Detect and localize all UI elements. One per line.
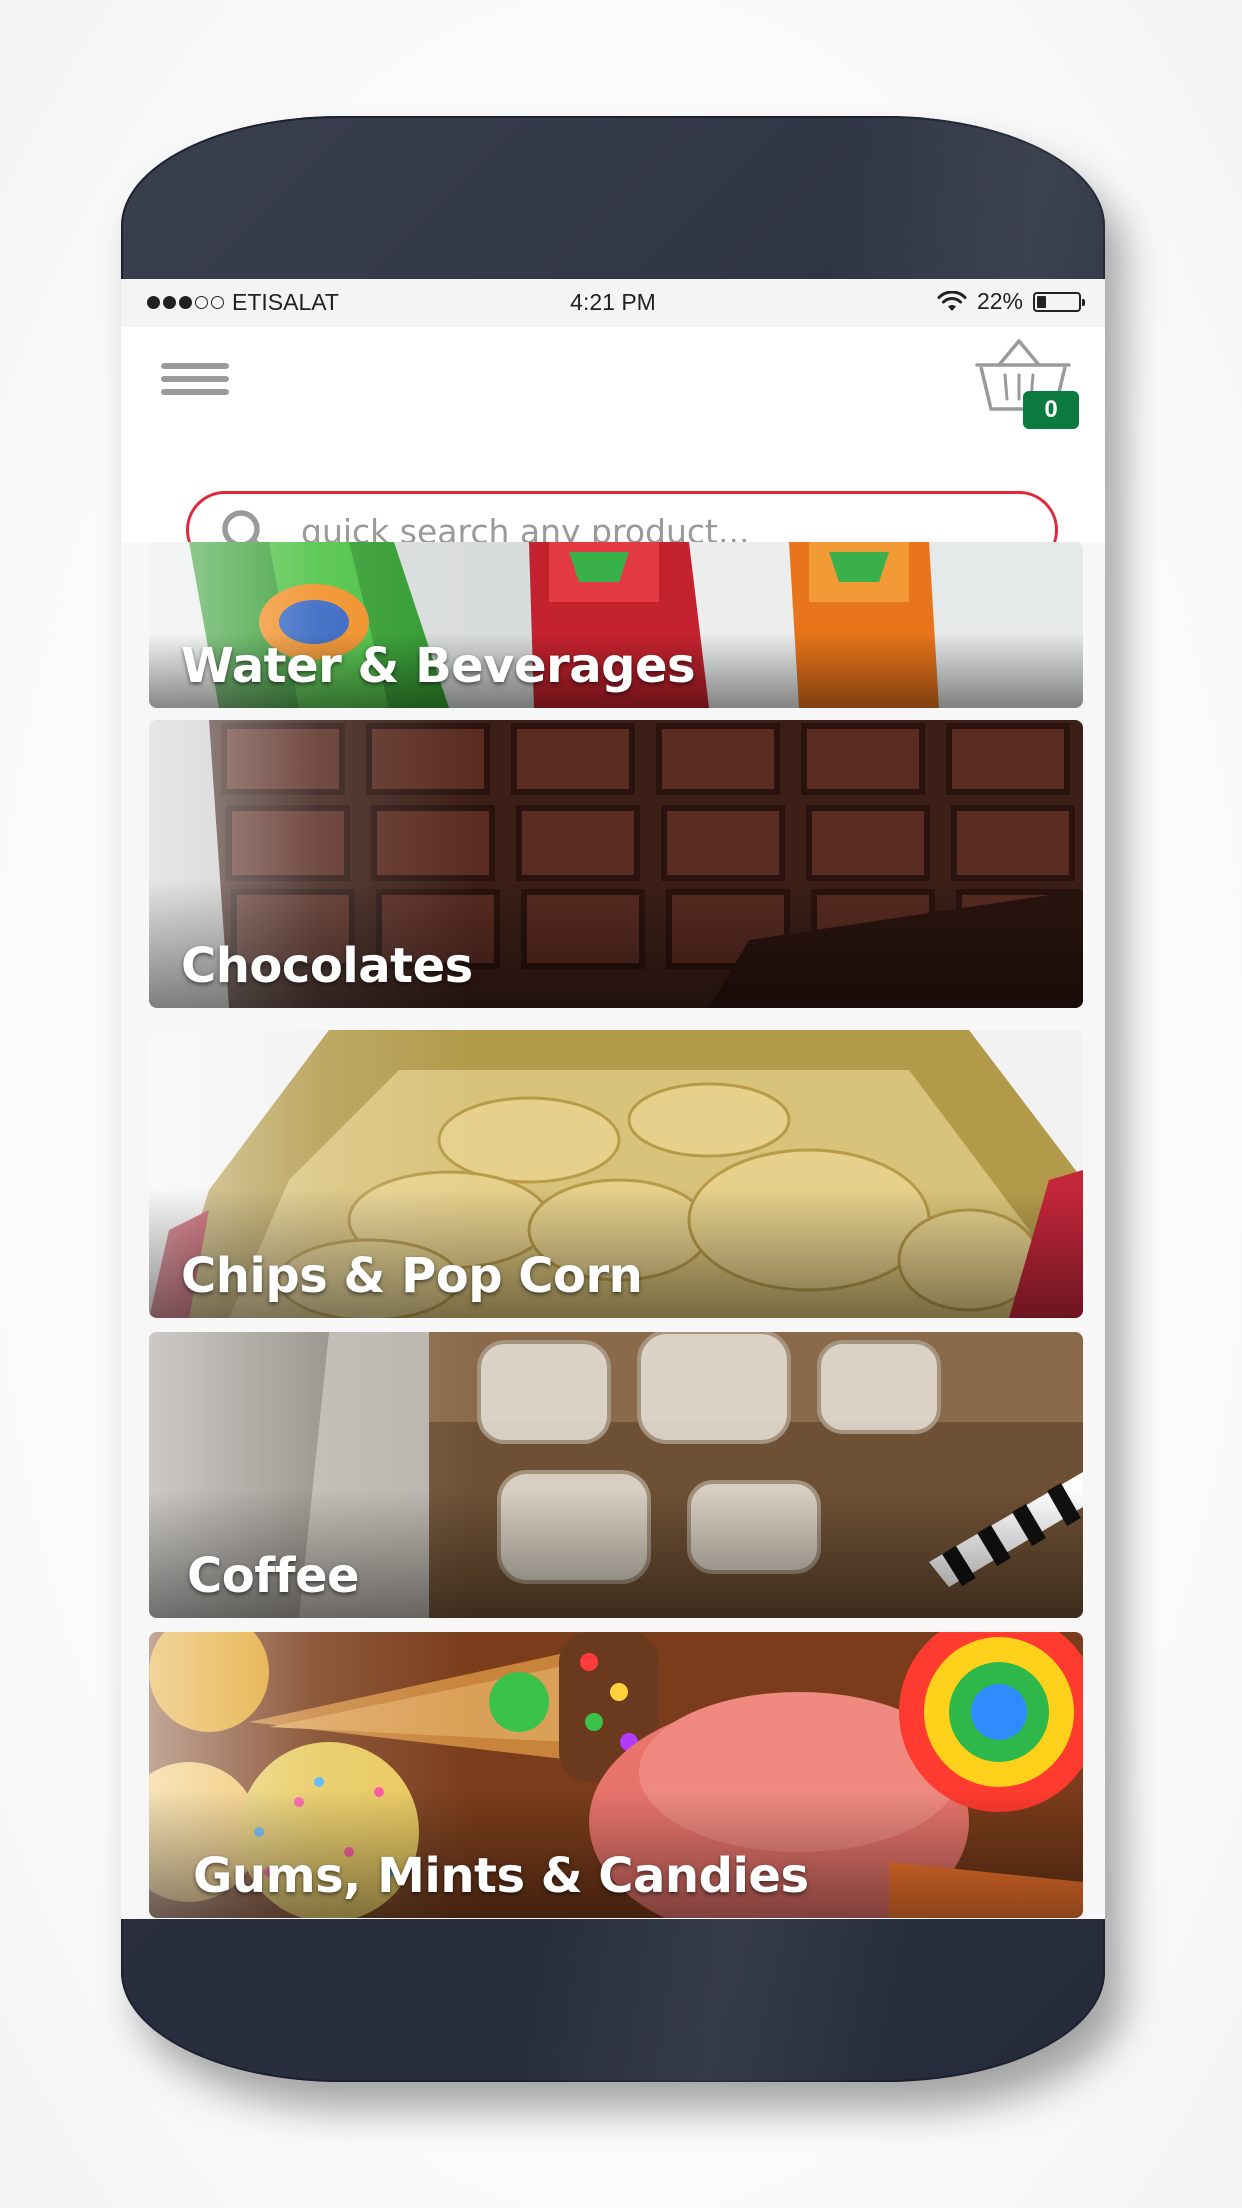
category-label: Coffee	[187, 1548, 360, 1604]
app-header: 0	[121, 327, 1105, 569]
battery-level	[1037, 295, 1046, 308]
stage-background: ETISALAT 4:21 PM 22% 0 quick search any …	[0, 0, 1242, 2208]
battery-icon	[1033, 291, 1085, 312]
category-card-water-beverages[interactable]: Water & Beverages	[149, 542, 1083, 708]
category-label: Water & Beverages	[181, 638, 696, 694]
status-bar: ETISALAT 4:21 PM 22%	[121, 279, 1105, 327]
category-list: Water & Beverages Chocolates Chips & Pop…	[121, 542, 1105, 1919]
category-card-chocolates[interactable]: Chocolates	[149, 720, 1083, 1008]
hamburger-menu-icon[interactable]	[161, 359, 229, 399]
cart-count-badge: 0	[1023, 391, 1079, 429]
category-card-chips-popcorn[interactable]: Chips & Pop Corn	[149, 1030, 1083, 1318]
battery-percent: 22%	[976, 288, 1023, 314]
wifi-icon	[937, 290, 967, 311]
category-label: Chocolates	[181, 938, 473, 994]
category-label: Chips & Pop Corn	[181, 1248, 643, 1304]
status-right: 22%	[937, 288, 1085, 315]
category-card-gums-mints-candies[interactable]: Gums, Mints & Candies	[149, 1632, 1083, 1918]
category-label: Gums, Mints & Candies	[193, 1848, 809, 1904]
phone-screen: ETISALAT 4:21 PM 22% 0 quick search any …	[121, 279, 1105, 1919]
category-card-coffee[interactable]: Coffee	[149, 1332, 1083, 1618]
cart-button[interactable]: 0	[969, 337, 1089, 433]
